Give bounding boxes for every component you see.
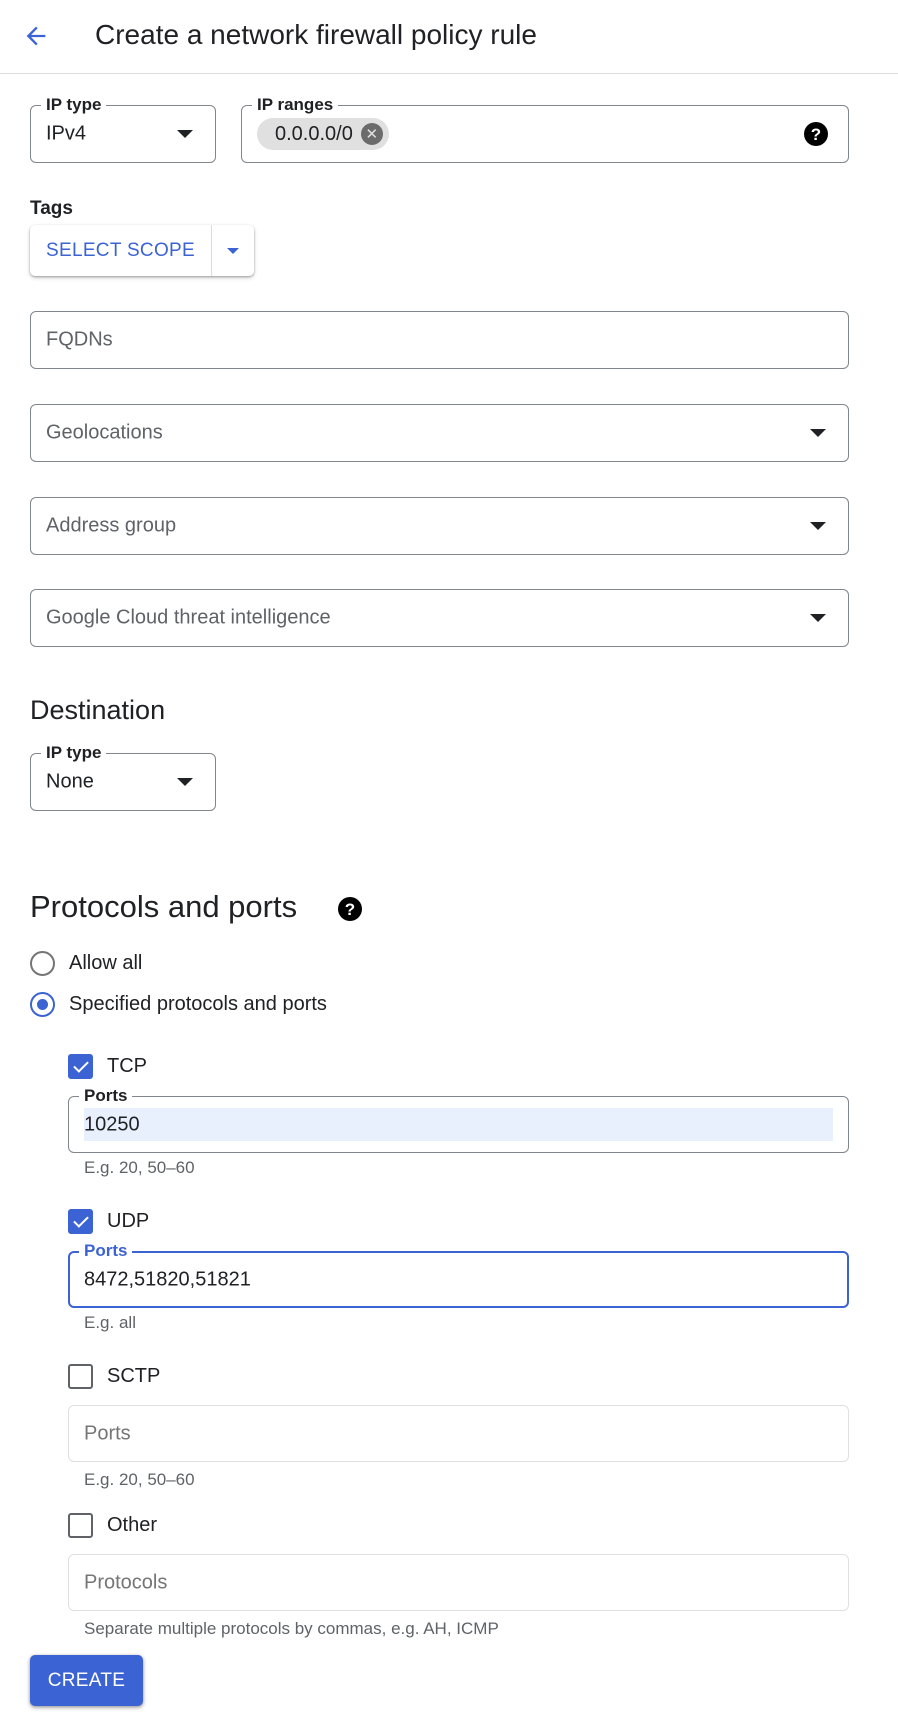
select-scope-split-button: SELECT SCOPE (30, 225, 254, 276)
dropdown-arrow-icon (177, 130, 193, 138)
create-button[interactable]: CREATE (30, 1655, 143, 1706)
tcp-ports-input[interactable]: Ports 10250 (68, 1086, 849, 1153)
other-protocols-helper: Separate multiple protocols by commas, e… (84, 1619, 499, 1638)
source-ip-type-select[interactable]: IP type IPv4 (30, 95, 216, 163)
ip-range-chip-text: 0.0.0.0/0 (275, 122, 353, 145)
geolocations-select[interactable]: Geolocations (30, 404, 849, 462)
udp-label: UDP (107, 1209, 150, 1232)
radio-button-selected[interactable] (30, 991, 55, 1017)
address-group-placeholder: Address group (46, 514, 177, 537)
select-scope-button[interactable]: SELECT SCOPE (30, 225, 212, 276)
source-ip-type-label: IP type (41, 95, 107, 115)
ip-ranges-input[interactable]: IP ranges 0.0.0.0/0 ✕ ? (241, 95, 849, 163)
other-label: Other (107, 1513, 158, 1536)
dropdown-arrow-icon (810, 614, 826, 622)
ip-range-chip: 0.0.0.0/0 ✕ (257, 118, 389, 150)
tcp-ports-value: 10250 (84, 1113, 140, 1135)
radio-allow-all-label: Allow all (69, 951, 143, 974)
source-ip-type-value: IPv4 (46, 122, 87, 145)
tcp-ports-helper: E.g. 20, 50–60 (84, 1158, 195, 1177)
destination-heading: Destination (30, 695, 166, 725)
arrow-back-icon (26, 26, 46, 46)
caret-down-icon (227, 247, 239, 254)
dropdown-arrow-icon (177, 778, 193, 786)
firewall-rule-form-page: Create a network firewall policy rule IP… (0, 0, 898, 1726)
tags-label: Tags (30, 198, 73, 219)
geolocations-placeholder: Geolocations (46, 421, 163, 444)
destination-ip-type-value: None (46, 770, 94, 793)
tcp-checkbox-row[interactable]: TCP (68, 1053, 147, 1079)
sctp-ports-input[interactable]: Ports (68, 1405, 849, 1462)
dropdown-arrow-icon (810, 522, 826, 530)
ip-ranges-label: IP ranges (252, 95, 339, 115)
select-scope-dropdown-button[interactable] (212, 225, 254, 276)
radio-specified-protocols[interactable]: Specified protocols and ports (30, 990, 327, 1018)
sctp-ports-placeholder: Ports (84, 1422, 131, 1444)
tcp-label: TCP (107, 1054, 147, 1077)
back-button[interactable] (20, 20, 52, 52)
page-title: Create a network firewall policy rule (95, 19, 537, 50)
udp-ports-input[interactable]: Ports 8472,51820,51821 (68, 1241, 849, 1308)
tcp-ports-label: Ports (79, 1086, 133, 1106)
destination-ip-type-select[interactable]: IP type None (30, 743, 216, 811)
other-checkbox[interactable] (68, 1512, 93, 1538)
sctp-label: SCTP (107, 1364, 161, 1387)
sctp-checkbox[interactable] (68, 1363, 93, 1389)
help-icon[interactable]: ? (804, 122, 828, 146)
destination-ip-type-label: IP type (41, 743, 107, 763)
autofill-highlight (84, 1108, 833, 1141)
other-checkbox-row[interactable]: Other (68, 1512, 157, 1538)
other-protocols-input[interactable]: Protocols (68, 1554, 849, 1611)
help-icon[interactable]: ? (338, 897, 362, 921)
address-group-select[interactable]: Address group (30, 497, 849, 555)
udp-checkbox-row[interactable]: UDP (68, 1208, 149, 1234)
radio-allow-all[interactable]: Allow all (30, 949, 142, 977)
threat-intelligence-placeholder: Google Cloud threat intelligence (46, 606, 331, 629)
other-protocols-placeholder: Protocols (84, 1571, 168, 1593)
fqdns-placeholder: FQDNs (46, 328, 113, 351)
sctp-checkbox-row[interactable]: SCTP (68, 1363, 160, 1389)
udp-ports-value: 8472,51820,51821 (84, 1268, 251, 1290)
fqdns-input[interactable]: FQDNs (30, 311, 849, 369)
udp-ports-label: Ports (79, 1241, 133, 1261)
threat-intelligence-select[interactable]: Google Cloud threat intelligence (30, 589, 849, 647)
radio-specified-label: Specified protocols and ports (69, 992, 327, 1015)
sctp-ports-helper: E.g. 20, 50–60 (84, 1470, 195, 1489)
udp-checkbox[interactable] (68, 1208, 93, 1234)
udp-ports-helper: E.g. all (84, 1313, 136, 1332)
protocols-heading: Protocols and ports (30, 889, 298, 924)
radio-button[interactable] (30, 950, 55, 976)
dropdown-arrow-icon (810, 429, 826, 437)
tcp-checkbox[interactable] (68, 1053, 93, 1079)
page-header: Create a network firewall policy rule (0, 0, 898, 74)
chip-remove-icon[interactable]: ✕ (360, 123, 383, 145)
